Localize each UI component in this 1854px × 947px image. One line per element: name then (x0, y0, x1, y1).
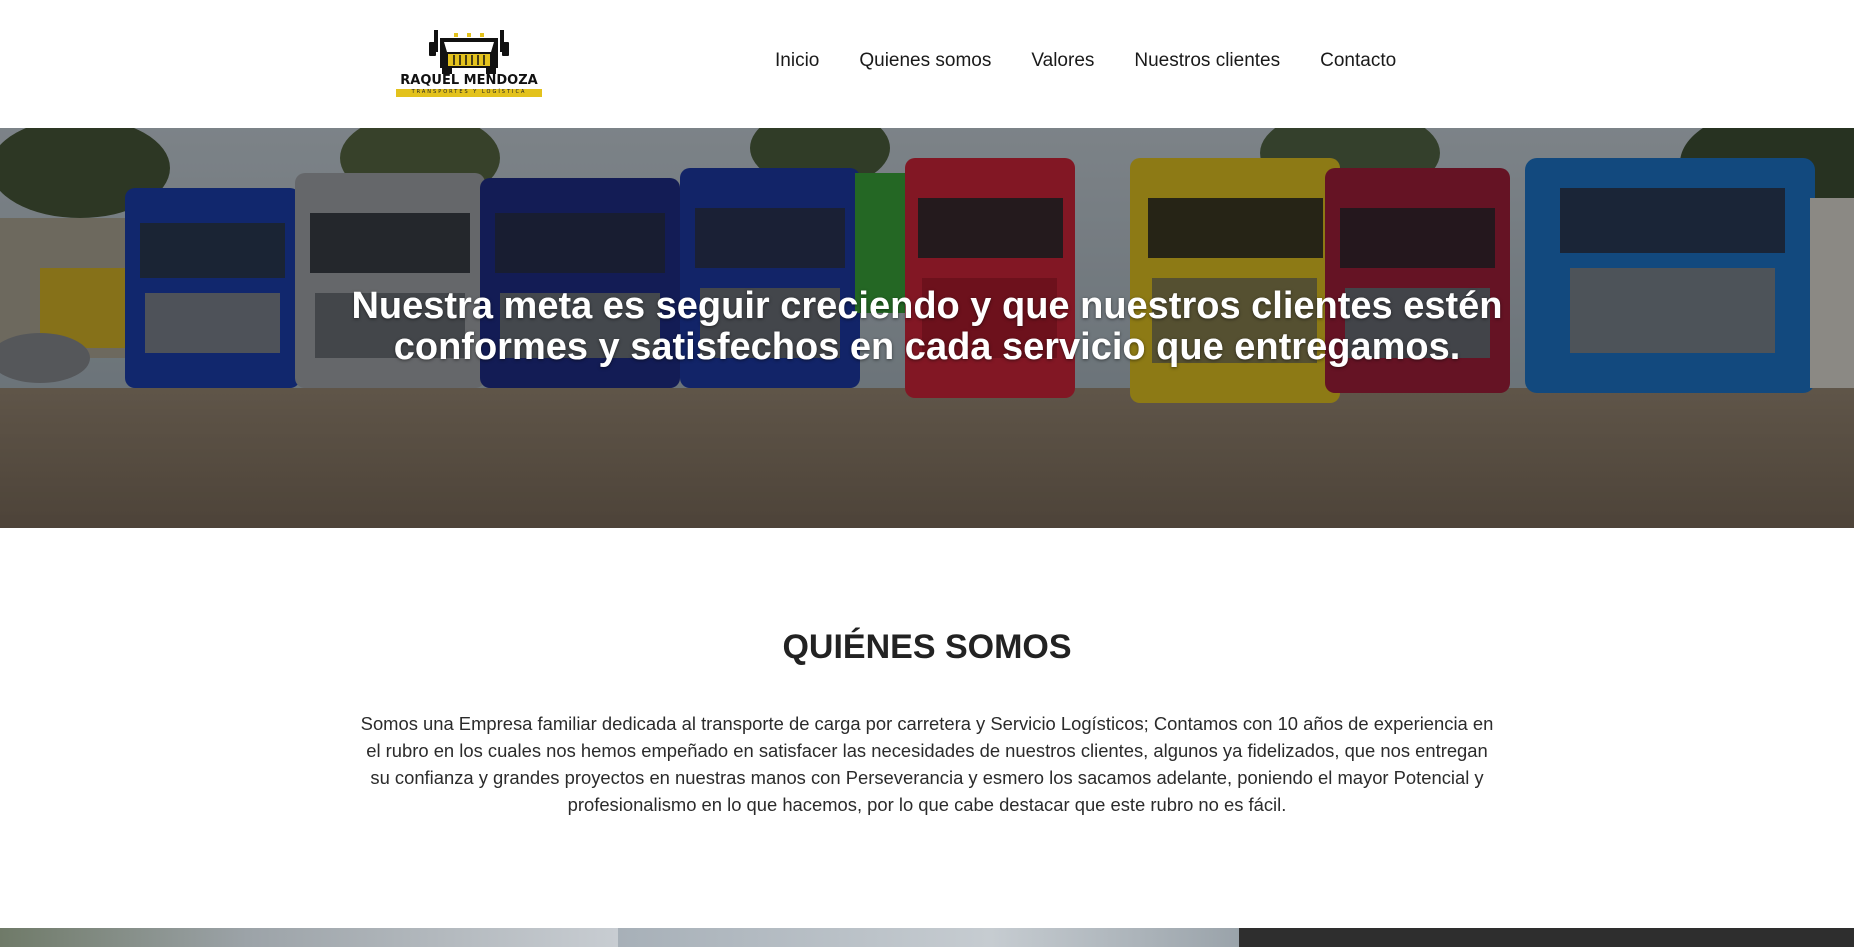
dark-photo (1239, 928, 1854, 947)
about-heading: QUIÉNES SOMOS (782, 628, 1072, 666)
highway-photo (0, 928, 618, 947)
nav-item-nuestros-clientes[interactable]: Nuestros clientes (1134, 50, 1280, 72)
nav-item-quienes-somos[interactable]: Quienes somos (859, 50, 991, 72)
hero-banner: Nuestra meta es seguir creciendo y que n… (0, 128, 1854, 528)
logo-tagline: TRANSPORTES Y LOGÍSTICA (411, 88, 527, 95)
hero-title: Nuestra meta es seguir creciendo y que n… (351, 285, 1503, 368)
port-photo (618, 928, 1239, 947)
nav-item-contacto[interactable]: Contacto (1320, 50, 1396, 72)
about-paragraph: Somos una Empresa familiar dedicada al t… (360, 713, 1494, 815)
truck-front-icon (429, 30, 509, 74)
main-nav: Inicio Quienes somos Valores Nuestros cl… (775, 50, 1396, 72)
gallery-strip (0, 928, 1854, 947)
nav-item-valores[interactable]: Valores (1031, 50, 1094, 72)
nav-item-inicio[interactable]: Inicio (775, 50, 819, 72)
logo-name: RAQUEL MENDOZA (400, 73, 538, 88)
logo[interactable]: RAQUEL MENDOZA TRANSPORTES Y LOGÍSTICA (394, 28, 544, 100)
site-header: RAQUEL MENDOZA TRANSPORTES Y LOGÍSTICA I… (0, 0, 1854, 128)
